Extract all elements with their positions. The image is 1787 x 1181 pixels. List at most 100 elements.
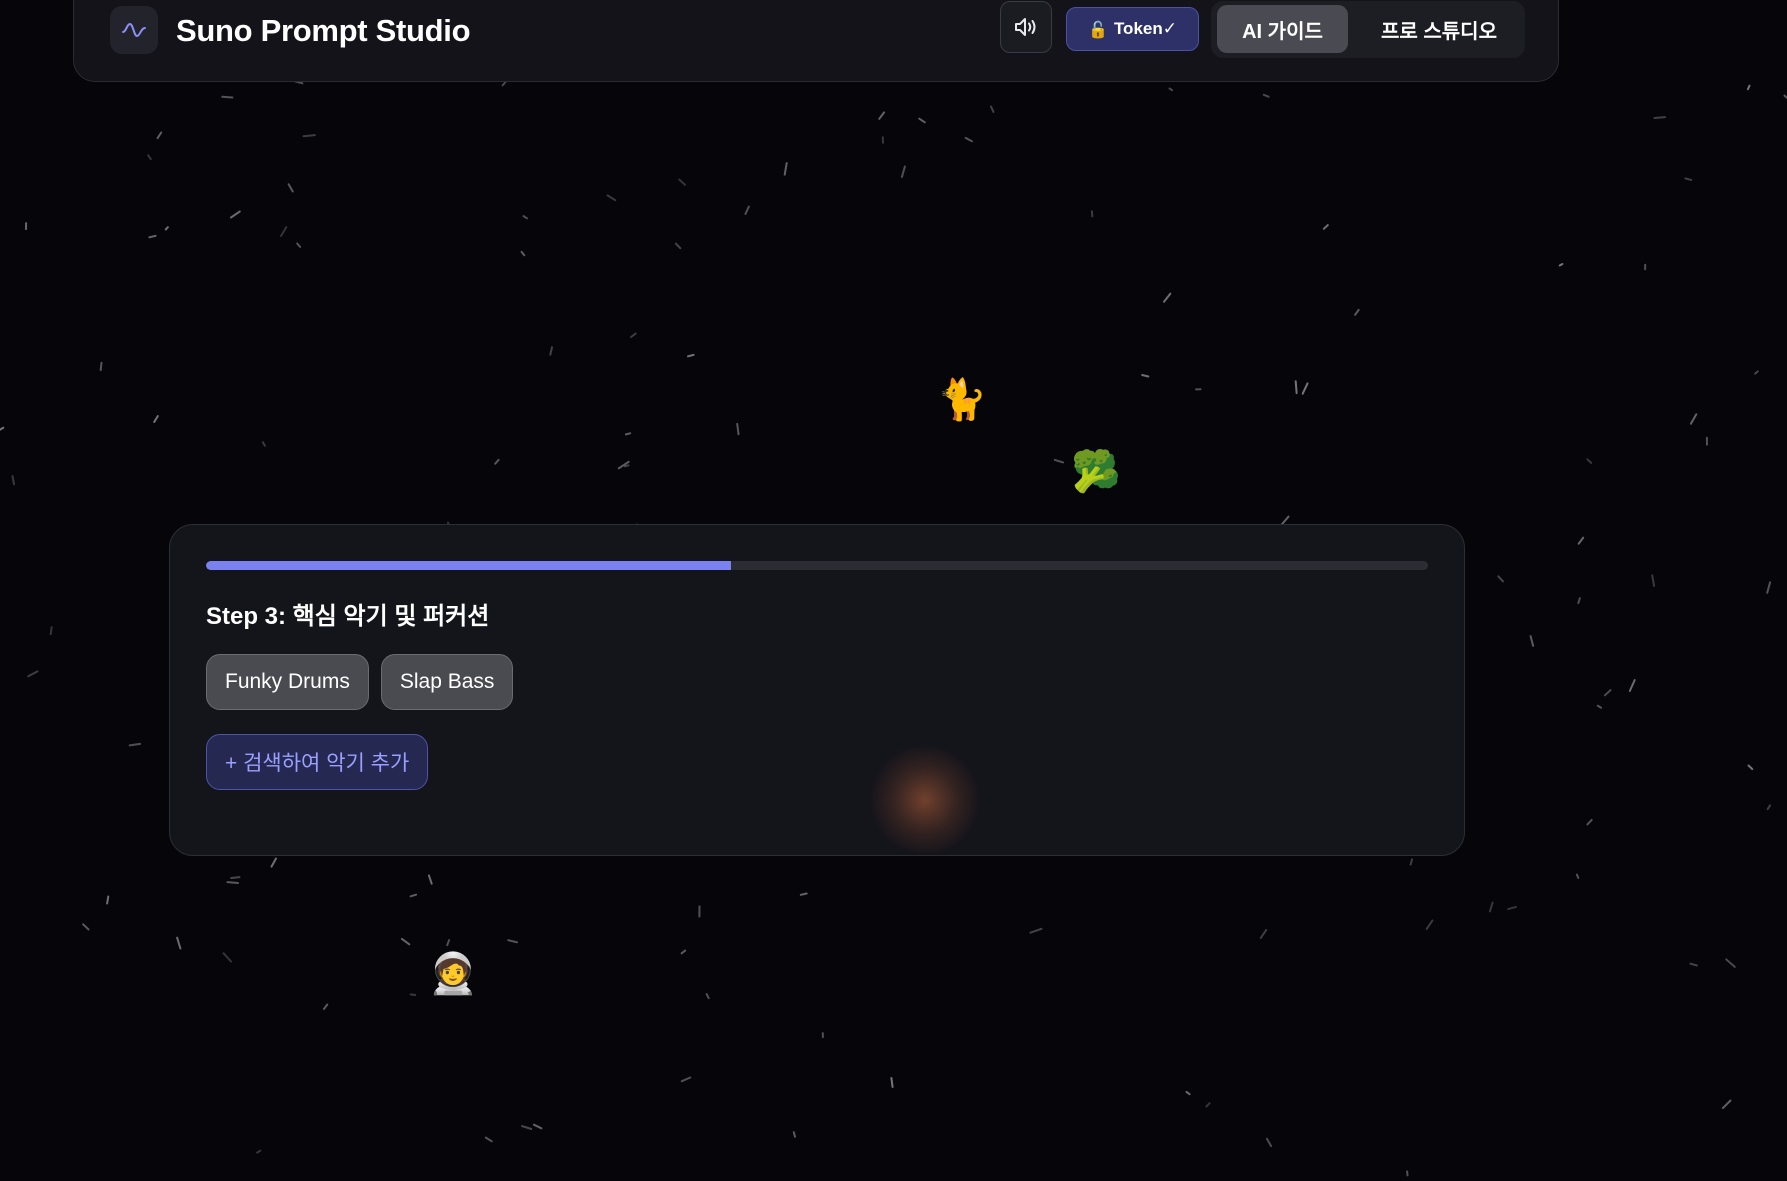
star-streak (1721, 1099, 1732, 1110)
star-streak (1488, 901, 1494, 913)
star-streak (1497, 575, 1504, 583)
instrument-chip-list: Funky Drums Slap Bass (206, 654, 514, 710)
star-streak (226, 881, 239, 884)
star-streak (256, 1149, 262, 1154)
star-streak (1294, 380, 1298, 395)
star-streak (1596, 704, 1603, 709)
star-streak (446, 939, 451, 947)
star-streak (1409, 858, 1414, 866)
star-streak (799, 892, 808, 896)
star-streak (400, 937, 411, 946)
add-instrument-button[interactable]: + 검색하여 악기 추가 (206, 734, 429, 790)
star-streak (1558, 263, 1564, 267)
sound-toggle-button[interactable] (1000, 1, 1052, 53)
star-streak (1766, 581, 1772, 594)
star-streak (287, 183, 294, 193)
star-streak (1628, 679, 1636, 692)
star-streak (1265, 1137, 1273, 1148)
star-streak (409, 893, 418, 898)
star-streak (49, 626, 53, 636)
star-streak (99, 361, 103, 372)
star-streak (1575, 873, 1580, 879)
token-button[interactable]: 🔓 Token✓ (1066, 7, 1199, 51)
cat-emoji: 🐈 (937, 377, 987, 423)
star-streak (230, 876, 241, 879)
broccoli-emoji: 🥦 (1071, 449, 1121, 495)
star-streak (1354, 308, 1360, 316)
star-streak (674, 242, 682, 250)
star-streak (128, 742, 142, 747)
star-streak (792, 1131, 796, 1138)
instrument-chip[interactable]: Funky Drums (206, 654, 369, 710)
star-streak (783, 162, 788, 176)
star-streak (1651, 574, 1656, 587)
ambient-glow (870, 745, 980, 855)
step-title: Step 3: 핵심 악기 및 퍼커션 (206, 603, 490, 630)
star-streak (1301, 382, 1309, 395)
tab-ai-guide[interactable]: AI 가이드 (1217, 5, 1348, 53)
star-streak (1577, 536, 1585, 545)
star-streak (1586, 458, 1593, 464)
star-streak (507, 939, 518, 944)
star-streak (680, 949, 687, 955)
star-streak (1689, 962, 1698, 967)
star-streak (106, 895, 110, 905)
star-streak (1577, 597, 1581, 605)
app-header: Suno Prompt Studio 🔓 Token✓ AI 가이드 프로 스튜… (73, 0, 1559, 82)
star-streak (1053, 458, 1065, 464)
logo (110, 6, 158, 54)
star-streak (1653, 116, 1666, 119)
star-streak (1603, 689, 1612, 697)
star-streak (1507, 905, 1517, 911)
star-streak (164, 226, 169, 231)
star-streak (221, 95, 234, 99)
app-title: Suno Prompt Studio (176, 13, 471, 48)
star-streak (549, 346, 553, 356)
progress-bar (206, 561, 1428, 570)
star-streak (606, 194, 617, 202)
wizard-card: Step 3: 핵심 악기 및 퍼커션 Funky Drums Slap Bas… (169, 524, 1465, 856)
star-streak (1747, 764, 1754, 771)
star-streak (1168, 87, 1174, 92)
star-streak (222, 952, 232, 963)
star-streak (11, 475, 15, 486)
star-streak (744, 205, 750, 215)
star-streak (1205, 1102, 1211, 1108)
star-streak (918, 117, 926, 124)
star-streak (1586, 818, 1593, 826)
star-streak (624, 432, 632, 436)
star-streak (1322, 224, 1329, 230)
star-streak (687, 353, 695, 358)
token-label: Token✓ (1113, 19, 1177, 38)
speaker-icon (1015, 18, 1036, 36)
star-streak (148, 234, 157, 239)
star-streak (156, 131, 163, 140)
star-streak (520, 250, 526, 257)
progress-fill (206, 561, 732, 570)
star-streak (427, 874, 433, 885)
star-streak (623, 464, 630, 468)
star-streak (1754, 370, 1759, 375)
star-streak (0, 426, 5, 431)
star-streak (705, 993, 710, 1000)
star-streak (1746, 84, 1751, 91)
star-streak (964, 136, 973, 143)
star-streak (270, 857, 277, 868)
star-streak (990, 105, 995, 113)
star-streak (1425, 919, 1434, 930)
unlocked-icon: 🔓 (1088, 19, 1108, 39)
tab-pro-studio[interactable]: 프로 스튜디오 (1358, 5, 1520, 53)
star-streak (900, 165, 906, 178)
star-streak (1163, 292, 1172, 303)
star-streak (1141, 374, 1150, 378)
star-streak (176, 936, 182, 950)
star-streak (147, 154, 152, 161)
star-streak (261, 441, 266, 447)
star-streak (409, 993, 417, 996)
instrument-chip[interactable]: Slap Bass (380, 654, 514, 710)
star-streak (678, 178, 686, 186)
star-streak (230, 210, 241, 219)
star-streak (82, 923, 90, 931)
star-streak (736, 422, 740, 436)
star-streak (630, 332, 637, 338)
